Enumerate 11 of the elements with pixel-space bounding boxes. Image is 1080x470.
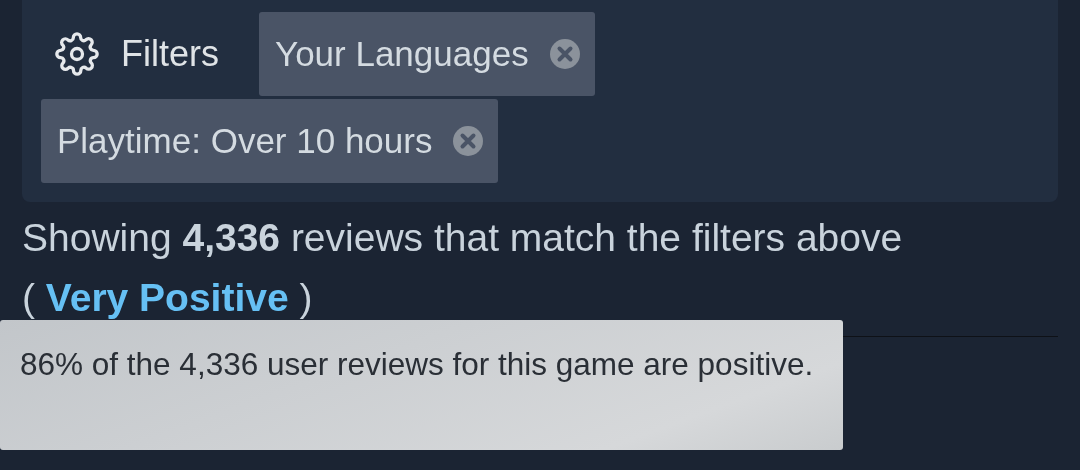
filters-label: Filters	[121, 33, 219, 75]
tooltip: 86% of the 4,336 user reviews for this game are positive.	[0, 320, 843, 450]
remove-icon[interactable]	[452, 125, 485, 157]
paren-text: (	[22, 276, 35, 319]
filter-chip[interactable]: Your Languages	[259, 12, 595, 96]
paren-text: )	[299, 276, 313, 319]
settings-icon	[55, 32, 99, 76]
filter-chip[interactable]: Playtime: Over 10 hours	[41, 99, 499, 183]
remove-icon[interactable]	[548, 38, 581, 70]
summary-text: Showing 4,336 reviews that match the filters above	[22, 216, 903, 259]
rating-link[interactable]: Very Positive	[45, 276, 289, 319]
